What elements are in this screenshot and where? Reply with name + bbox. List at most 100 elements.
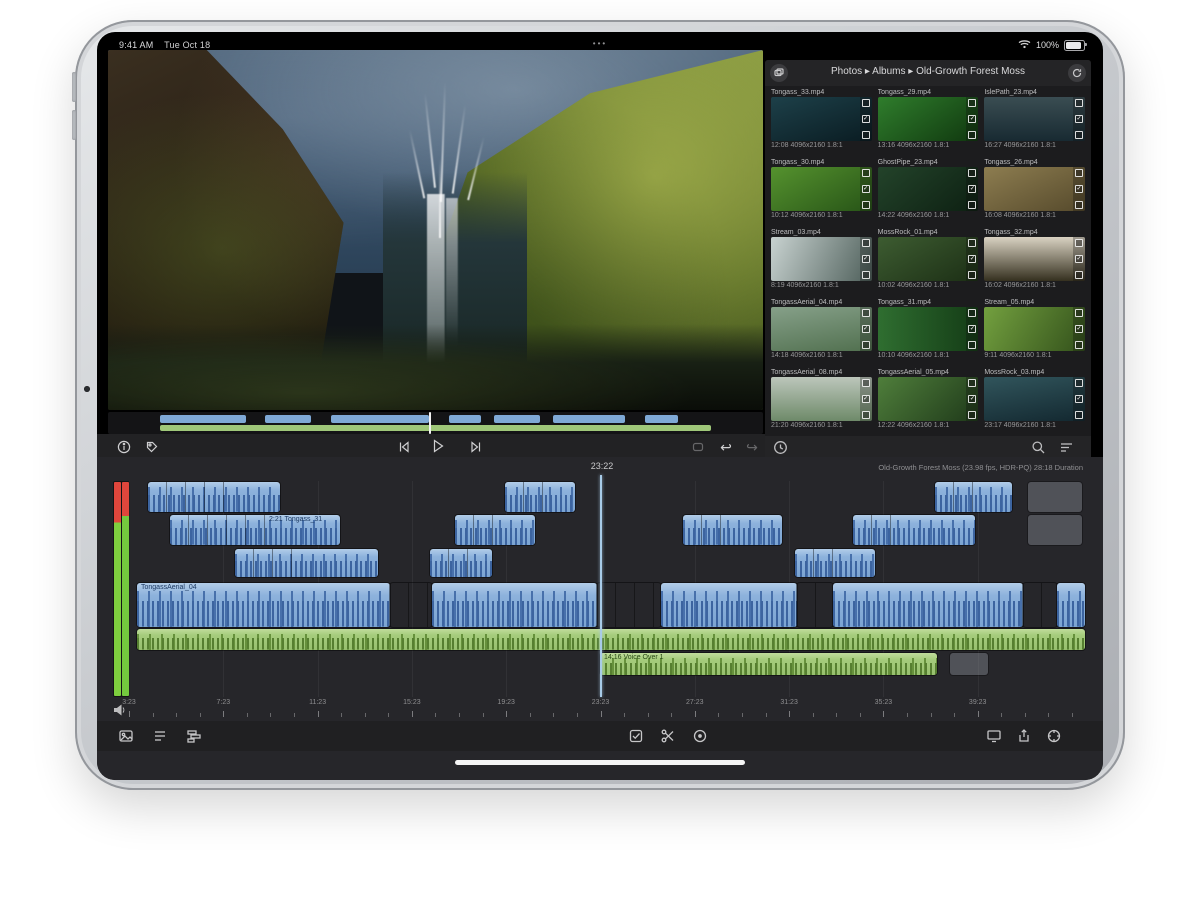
- insert-icon[interactable]: [968, 131, 976, 139]
- skip-back-icon[interactable]: [395, 438, 413, 456]
- insert-icon[interactable]: [862, 411, 870, 419]
- insert-icon[interactable]: [862, 131, 870, 139]
- insert-icon[interactable]: [862, 271, 870, 279]
- recent-icon[interactable]: [773, 440, 789, 456]
- timeline-clip[interactable]: [1023, 583, 1057, 627]
- insert-icon[interactable]: [1075, 341, 1083, 349]
- media-item[interactable]: TongassAerial_05.mp4✓12:22 4096x2160 1.8…: [878, 368, 979, 434]
- add-to-timeline-icon[interactable]: [862, 169, 870, 177]
- timeline-clip[interactable]: [1057, 583, 1085, 627]
- timeline-clip[interactable]: [935, 482, 1012, 512]
- media-item-thumbnail[interactable]: ✓: [984, 237, 1085, 281]
- timeline-clip[interactable]: TongassAerial_04: [137, 583, 390, 627]
- search-icon[interactable]: [1031, 440, 1047, 456]
- timeline-clip[interactable]: [661, 583, 797, 627]
- media-item[interactable]: GhostPipe_23.mp4✓14:22 4096x2160 1.8:1: [878, 158, 979, 224]
- media-item[interactable]: Stream_05.mp4✓9:11 4096x2160 1.8:1: [984, 298, 1085, 364]
- timeline-ruler[interactable]: 3:237:2311:2315:2319:2323:2327:2331:2335…: [97, 697, 1103, 721]
- media-item-thumbnail[interactable]: ✓: [771, 377, 872, 421]
- media-item[interactable]: Tongass_32.mp4✓16:02 4096x2160 1.8:1: [984, 228, 1085, 294]
- media-item[interactable]: TongassAerial_04.mp4✓14:18 4096x2160 1.8…: [771, 298, 872, 364]
- timeline-clip[interactable]: [430, 549, 492, 577]
- media-item-thumbnail[interactable]: ✓: [878, 307, 979, 351]
- media-item-thumbnail[interactable]: ✓: [878, 167, 979, 211]
- timeline-clip[interactable]: [148, 482, 280, 512]
- refresh-icon[interactable]: [1068, 64, 1086, 82]
- add-to-timeline-icon[interactable]: [1075, 99, 1083, 107]
- scissors-icon[interactable]: [659, 727, 677, 745]
- share-icon[interactable]: [1015, 727, 1033, 745]
- home-indicator[interactable]: [455, 760, 745, 765]
- media-item-thumbnail[interactable]: ✓: [878, 97, 979, 141]
- insert-icon[interactable]: [1075, 131, 1083, 139]
- undo-icon[interactable]: ↩: [717, 438, 735, 456]
- insert-icon[interactable]: [1075, 201, 1083, 209]
- timeline-clip-dimmed[interactable]: [1028, 482, 1082, 512]
- add-to-timeline-icon[interactable]: [1075, 239, 1083, 247]
- media-breadcrumb[interactable]: Photos ▸ Albums ▸ Old-Growth Forest Moss: [789, 66, 1067, 77]
- media-item[interactable]: Tongass_33.mp4✓12:08 4096x2160 1.8:1: [771, 88, 872, 154]
- media-item-thumbnail[interactable]: ✓: [771, 237, 872, 281]
- media-item[interactable]: Tongass_30.mp4✓10:12 4096x2160 1.8:1: [771, 158, 872, 224]
- media-item-thumbnail[interactable]: ✓: [878, 377, 979, 421]
- timeline-clip[interactable]: 14:16 Voice Over 1: [600, 653, 937, 675]
- media-item[interactable]: MossRock_03.mp4✓23:17 4096x2160 1.8:1: [984, 368, 1085, 434]
- timeline-clip[interactable]: [597, 583, 661, 627]
- media-item-thumbnail[interactable]: ✓: [984, 377, 1085, 421]
- add-to-timeline-icon[interactable]: [968, 379, 976, 387]
- insert-icon[interactable]: [968, 411, 976, 419]
- play-button[interactable]: [429, 437, 447, 455]
- media-item-thumbnail[interactable]: ✓: [984, 97, 1085, 141]
- media-item[interactable]: IslePath_23.mp4✓16:27 4096x2160 1.8:1: [984, 88, 1085, 154]
- add-to-timeline-icon[interactable]: [862, 379, 870, 387]
- add-to-timeline-icon[interactable]: [862, 99, 870, 107]
- media-item[interactable]: Tongass_29.mp4✓13:16 4096x2160 1.8:1: [878, 88, 979, 154]
- insert-icon[interactable]: [1075, 271, 1083, 279]
- timeline-clip-dimmed[interactable]: [1028, 515, 1082, 545]
- skip-forward-icon[interactable]: [467, 438, 485, 456]
- add-to-timeline-icon[interactable]: [968, 239, 976, 247]
- timeline-clip[interactable]: [505, 482, 575, 512]
- timeline-clip[interactable]: [795, 549, 875, 577]
- insert-icon[interactable]: [968, 341, 976, 349]
- media-item-thumbnail[interactable]: ✓: [771, 307, 872, 351]
- insert-icon[interactable]: [968, 271, 976, 279]
- loop-icon[interactable]: [689, 438, 707, 456]
- settings-icon[interactable]: [1045, 727, 1063, 745]
- media-item-thumbnail[interactable]: ✓: [771, 97, 872, 141]
- add-to-timeline-icon[interactable]: [968, 169, 976, 177]
- media-item[interactable]: Stream_03.mp4✓8:19 4096x2160 1.8:1: [771, 228, 872, 294]
- marker-icon[interactable]: [143, 438, 161, 456]
- add-to-timeline-icon[interactable]: [1075, 309, 1083, 317]
- insert-icon[interactable]: [862, 341, 870, 349]
- tracks-icon[interactable]: [185, 727, 203, 745]
- timeline-clip[interactable]: [432, 583, 597, 627]
- select-icon[interactable]: [627, 727, 645, 745]
- add-to-timeline-icon[interactable]: [968, 99, 976, 107]
- media-item[interactable]: MossRock_01.mp4✓10:02 4096x2160 1.8:1: [878, 228, 979, 294]
- media-item-thumbnail[interactable]: ✓: [771, 167, 872, 211]
- timeline-clip[interactable]: 2:21 Tongass_31: [170, 515, 340, 545]
- media-item-thumbnail[interactable]: ✓: [984, 167, 1085, 211]
- target-icon[interactable]: [691, 727, 709, 745]
- sort-icon[interactable]: [1059, 440, 1075, 456]
- add-to-timeline-icon[interactable]: [1075, 169, 1083, 177]
- media-item-thumbnail[interactable]: ✓: [984, 307, 1085, 351]
- add-to-timeline-icon[interactable]: [1075, 379, 1083, 387]
- info-icon[interactable]: [115, 438, 133, 456]
- timeline-clip[interactable]: [137, 629, 1085, 650]
- timeline-clip-dimmed[interactable]: [950, 653, 988, 675]
- add-to-timeline-icon[interactable]: [968, 309, 976, 317]
- monitor-icon[interactable]: [985, 727, 1003, 745]
- library-icon[interactable]: [117, 727, 135, 745]
- add-to-timeline-icon[interactable]: [862, 309, 870, 317]
- list-icon[interactable]: [151, 727, 169, 745]
- source-icon[interactable]: [770, 64, 788, 82]
- media-item[interactable]: TongassAerial_08.mp4✓21:20 4096x2160 1.8…: [771, 368, 872, 434]
- timeline-clip[interactable]: [455, 515, 535, 545]
- add-to-timeline-icon[interactable]: [862, 239, 870, 247]
- insert-icon[interactable]: [1075, 411, 1083, 419]
- multitasking-dots-icon[interactable]: •••: [97, 39, 1103, 48]
- media-item[interactable]: Tongass_31.mp4✓10:10 4096x2160 1.8:1: [878, 298, 979, 364]
- insert-icon[interactable]: [862, 201, 870, 209]
